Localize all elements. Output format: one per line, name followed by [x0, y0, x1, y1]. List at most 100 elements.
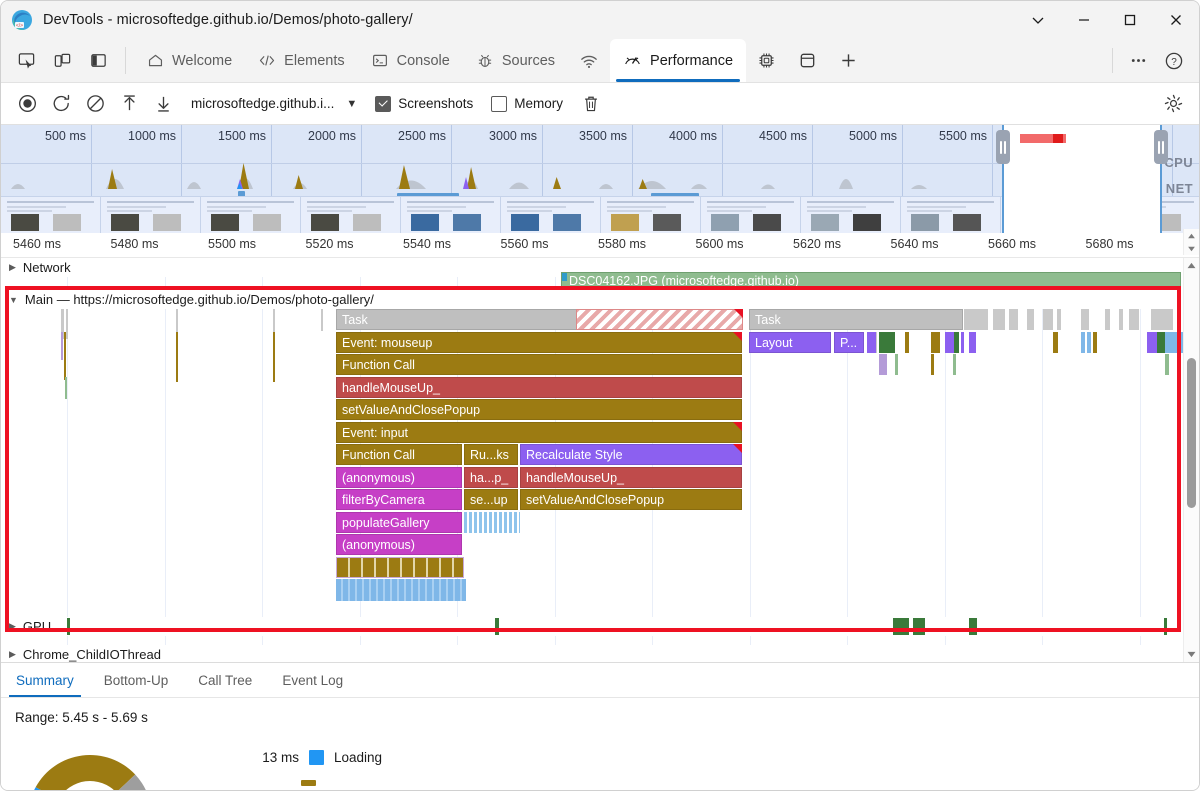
more-tools-ellipsis-icon[interactable] [1121, 46, 1155, 76]
filmstrip-frame[interactable] [801, 197, 901, 233]
flame-event-fragment[interactable] [1081, 332, 1085, 353]
flame-bar[interactable]: Function Call [336, 444, 462, 465]
flame-micro-event[interactable] [176, 332, 178, 382]
delete-recording-icon[interactable] [575, 89, 607, 119]
filmstrip-frame[interactable] [301, 197, 401, 233]
flame-micro-event[interactable] [66, 309, 68, 339]
flame-bar[interactable]: Event: input [336, 422, 742, 443]
flame-cluster-scripting[interactable] [336, 557, 464, 578]
device-emulation-icon[interactable] [45, 46, 79, 76]
net-scroll-down-icon[interactable] [1184, 242, 1199, 255]
flame-bar[interactable]: Event: mouseup [336, 332, 742, 353]
donut-segment[interactable] [36, 755, 136, 791]
flame-task-fragment[interactable] [1151, 309, 1173, 330]
flame-bar[interactable]: handleMouseUp_ [336, 377, 742, 398]
flame-task-fragment[interactable] [1177, 309, 1181, 330]
filmstrip-frame[interactable] [401, 197, 501, 233]
flame-event-fragment[interactable] [1157, 332, 1165, 353]
tab-sources[interactable]: Sources [463, 39, 568, 82]
add-panel-button[interactable] [828, 39, 869, 82]
flame-bar[interactable]: filterByCamera [336, 489, 462, 510]
gpu-event[interactable] [67, 618, 70, 635]
flame-event-fragment[interactable] [879, 354, 887, 375]
flame-event-fragment[interactable] [1093, 332, 1097, 353]
flame-task-fragment[interactable] [1129, 309, 1139, 330]
flame-event-fragment[interactable] [1147, 332, 1157, 353]
flame-event-fragment[interactable] [953, 354, 956, 375]
flame-micro-event[interactable] [321, 309, 323, 331]
flame-task-fragment[interactable] [1119, 309, 1123, 330]
flame-micro-event[interactable] [64, 332, 66, 380]
scroll-up-arrow-icon[interactable] [1184, 258, 1199, 273]
tab-application[interactable] [787, 39, 828, 82]
flame-event-fragment[interactable] [1087, 332, 1091, 353]
flame-event-fragment[interactable] [969, 332, 976, 353]
flame-bar[interactable]: Ru...ks [464, 444, 518, 465]
flame-task-fragment[interactable] [1027, 309, 1034, 330]
filmstrip-frame[interactable] [201, 197, 301, 233]
flame-vertical-scrollbar[interactable] [1183, 258, 1199, 662]
flame-event-fragment[interactable] [1165, 354, 1169, 375]
gpu-event[interactable] [913, 618, 925, 635]
flame-bar[interactable]: Function Call [336, 354, 742, 375]
flame-task-fragment[interactable] [1043, 309, 1053, 330]
track-header-childio[interactable]: ▶ Chrome_ChildIOThread [1, 645, 1199, 662]
filmstrip-frame[interactable] [1, 197, 101, 233]
close-button[interactable] [1153, 1, 1199, 39]
track-header-main[interactable]: ▼ Main — https://microsoftedge.github.io… [1, 290, 1199, 309]
tab-memory[interactable] [746, 39, 787, 82]
flame-task-fragment[interactable] [993, 309, 1005, 330]
scroll-down-arrow-icon[interactable] [1184, 647, 1199, 662]
flame-bar[interactable]: P... [834, 332, 864, 353]
flame-event-fragment[interactable] [905, 332, 909, 353]
flame-event-fragment[interactable] [895, 354, 898, 375]
network-request-bar[interactable]: DSC04162.JPG (microsoftedge.github.io) [561, 272, 1181, 289]
filmstrip-frame[interactable] [901, 197, 1001, 233]
tab-console[interactable]: Console [358, 39, 463, 82]
gpu-event[interactable] [1164, 618, 1167, 635]
minimize-button[interactable] [1061, 1, 1107, 39]
tab-call-tree[interactable]: Call Tree [183, 663, 267, 697]
filmstrip-frame[interactable] [701, 197, 801, 233]
flame-bar[interactable]: Task [749, 309, 963, 330]
flame-chart-area[interactable]: ▶ Network DSC04162.JPG (microsoftedge.gi… [1, 258, 1199, 662]
filmstrip-frame[interactable] [501, 197, 601, 233]
memory-checkbox-row[interactable]: Memory [491, 96, 563, 112]
capture-settings-gear-icon[interactable] [1157, 88, 1189, 118]
filmstrip-frame[interactable] [601, 197, 701, 233]
flame-micro-event[interactable] [273, 332, 275, 382]
flame-bar[interactable]: Layout [749, 332, 831, 353]
tab-event-log[interactable]: Event Log [267, 663, 358, 697]
flame-task-fragment[interactable] [964, 309, 988, 330]
flame-event-fragment[interactable] [961, 332, 964, 353]
flame-bar[interactable]: setValueAndClosePopup [336, 399, 742, 420]
flame-bar[interactable]: Recalculate Style [520, 444, 742, 465]
flame-bar[interactable]: (anonymous) [336, 534, 462, 555]
maximize-button[interactable] [1107, 1, 1153, 39]
flame-cluster-loading-2[interactable] [336, 579, 466, 601]
flame-bar[interactable]: ha...p_ [464, 467, 518, 488]
tab-bottom-up[interactable]: Bottom-Up [89, 663, 184, 697]
help-question-icon[interactable]: ? [1157, 46, 1191, 76]
flame-task-fragment[interactable] [1105, 309, 1110, 330]
flame-bar[interactable]: se...up [464, 489, 518, 510]
flame-event-fragment[interactable] [879, 332, 895, 353]
track-header-gpu[interactable]: ▶ GPU [1, 617, 1199, 636]
load-profile-button[interactable] [113, 89, 145, 119]
flame-bar[interactable] [576, 309, 743, 330]
tab-welcome[interactable]: Welcome [134, 39, 245, 82]
screenshots-checkbox[interactable] [375, 96, 391, 112]
flame-event-fragment[interactable] [931, 332, 940, 353]
filmstrip-frame[interactable] [101, 197, 201, 233]
screenshots-checkbox-row[interactable]: Screenshots [375, 96, 473, 112]
net-scroll-up-icon[interactable] [1184, 229, 1199, 242]
title-chevron-down-icon[interactable] [1015, 1, 1061, 39]
flame-bar[interactable]: setValueAndClosePopup [520, 489, 742, 510]
tab-network[interactable] [568, 39, 610, 82]
selection-handle-left[interactable] [996, 130, 1010, 164]
tab-elements[interactable]: Elements [245, 39, 357, 82]
scrollbar-thumb[interactable] [1187, 358, 1196, 508]
flame-task-fragment[interactable] [1009, 309, 1018, 330]
network-scroll-arrows[interactable] [1183, 229, 1199, 255]
flame-event-fragment[interactable] [1053, 332, 1058, 353]
